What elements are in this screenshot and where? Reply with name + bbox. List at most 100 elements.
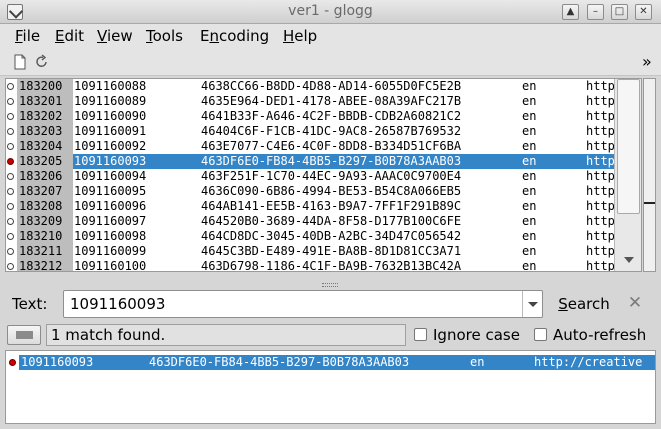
log-guid: 4635E964-DED1-4178-ABEE-08A39AFC217B: [201, 94, 462, 108]
log-lang: en: [522, 79, 537, 93]
line-number: 183211: [17, 244, 73, 259]
log-view[interactable]: 183212 1091160100 463D6798-1186-4C1F-BA9B-…: [5, 78, 642, 272]
minimize-button[interactable]: –: [587, 4, 604, 20]
menu-file[interactable]: File: [15, 27, 40, 45]
menu-help-mnemonic: H: [283, 27, 295, 45]
menu-encoding[interactable]: Encoding: [200, 27, 269, 45]
log-row[interactable]: 183208 1091160096 464AB141-EE5B-4163-B9A7-…: [6, 199, 616, 214]
menu-help-label: elp: [294, 27, 318, 45]
log-id: 1091160090: [74, 109, 147, 123]
vertical-scrollbar[interactable]: [614, 79, 641, 271]
menu-view[interactable]: View: [97, 27, 133, 45]
line-marker-icon[interactable]: [7, 263, 14, 270]
scrollbar-thumb[interactable]: [617, 79, 640, 214]
line-marker-icon[interactable]: [7, 248, 14, 255]
match-marker-icon[interactable]: [9, 359, 16, 366]
line-marker-icon[interactable]: [7, 113, 14, 120]
line-marker-icon[interactable]: [7, 218, 14, 225]
menu-tools-mnemonic: T: [146, 27, 153, 45]
filtered-row[interactable]: 1091160093 463DF6E0-FB84-4BB5-B297-B0B78A…: [6, 355, 655, 370]
clear-search-icon[interactable]: ✕: [627, 293, 643, 313]
log-guid: 464AB141-EE5B-4163-B9A7-7FF1F291B89C: [201, 199, 462, 213]
log-url: http: [586, 199, 615, 213]
filtered-guid: 463DF6E0-FB84-4BB5-B297-B0B78A3AAB03: [149, 355, 410, 369]
match-marker-icon[interactable]: [7, 158, 14, 165]
reload-icon[interactable]: [35, 54, 49, 70]
log-guid: 464CD8DC-3045-40DB-A2BC-34D47C056542: [201, 229, 462, 243]
line-marker-icon[interactable]: [7, 203, 14, 210]
menu-tools[interactable]: Tools: [146, 27, 183, 45]
scroll-down-icon[interactable]: [624, 257, 634, 263]
log-lang: en: [522, 124, 537, 138]
log-lang: en: [522, 259, 537, 272]
menu-encoding-mnemonic: n: [209, 27, 219, 45]
log-lang: en: [522, 109, 537, 123]
line-marker-icon[interactable]: [7, 98, 14, 105]
filtered-lang: en: [470, 355, 485, 369]
log-id: 1091160088: [74, 79, 147, 93]
search-button[interactable]: Search: [552, 290, 616, 318]
line-number: 183201: [17, 94, 73, 109]
highlight-color-button[interactable]: [7, 325, 41, 345]
filtered-view[interactable]: 1091160093 463DF6E0-FB84-4BB5-B297-B0B78A…: [5, 350, 656, 424]
title-bar: ver1 - glogg ▲ – □ ✕: [0, 0, 661, 24]
log-row[interactable]: 183203 1091160091 46404C6F-F1CB-41DC-9AC8-…: [6, 124, 616, 139]
log-guid: 463E7077-C4E6-4C0F-8DD8-B334D51CF6BA: [201, 139, 462, 153]
log-guid: 4636C090-6B86-4994-BE53-B54C8A066EB5: [201, 184, 462, 198]
log-row[interactable]: 183207 1091160095 4636C090-6B86-4994-BE53-…: [6, 184, 616, 199]
ignore-case-label[interactable]: Ignore case: [433, 326, 520, 344]
log-row[interactable]: 183210 1091160098 464CD8DC-3045-40DB-A2BC-…: [6, 229, 616, 244]
log-guid: 463DF6E0-FB84-4BB5-B297-B0B78A3AAB03: [201, 154, 462, 168]
line-marker-icon[interactable]: [7, 188, 14, 195]
maximize-button[interactable]: □: [611, 4, 628, 20]
log-id: 1091160093: [74, 154, 147, 168]
ignore-case-checkbox[interactable]: [414, 328, 427, 341]
log-guid: 464520B0-3689-44DA-8F58-D177B100C6FE: [201, 214, 462, 228]
menu-help[interactable]: Help: [283, 27, 317, 45]
line-marker-icon[interactable]: [7, 233, 14, 240]
log-lang: en: [522, 184, 537, 198]
log-row[interactable]: 183204 1091160092 463E7077-C4E6-4C0F-8DD8-…: [6, 139, 616, 154]
auto-refresh-label[interactable]: Auto-refresh: [553, 326, 646, 344]
line-marker-icon[interactable]: [7, 143, 14, 150]
open-file-icon[interactable]: [13, 54, 27, 70]
log-row[interactable]: 183200 1091160088 4638CC66-B8DD-4D88-AD14-…: [6, 79, 616, 94]
log-row[interactable]: 183212 1091160100 463D6798-1186-4C1F-BA9B-…: [6, 259, 616, 272]
log-lang: en: [522, 94, 537, 108]
log-id: 1091160091: [74, 124, 147, 138]
log-url: http: [586, 109, 615, 123]
log-lang: en: [522, 229, 537, 243]
splitter-handle[interactable]: [322, 283, 338, 287]
menu-bar: File Edit View Tools Encoding Help: [0, 24, 661, 48]
filtered-id: 1091160093: [21, 355, 94, 369]
close-button[interactable]: ✕: [635, 4, 652, 20]
match-status: 1 match found.: [46, 324, 406, 346]
line-number: 183202: [17, 109, 73, 124]
line-marker-icon[interactable]: [7, 173, 14, 180]
menu-edit[interactable]: Edit: [55, 27, 84, 45]
log-lang: en: [522, 199, 537, 213]
line-marker-icon[interactable]: [7, 83, 14, 90]
log-guid: 4638CC66-B8DD-4D88-AD14-6055D0FC5E2B: [201, 79, 462, 93]
search-input[interactable]: 1091160093: [63, 290, 543, 318]
toolbar-overflow-icon[interactable]: »: [642, 52, 652, 71]
shade-window-button[interactable]: ▲: [562, 4, 579, 20]
line-number: 183209: [17, 214, 73, 229]
log-row[interactable]: 183211 1091160099 4645C3BD-E489-491E-BA8B-…: [6, 244, 616, 259]
log-row[interactable]: 183209 1091160097 464520B0-3689-44DA-8F58-…: [6, 214, 616, 229]
log-row[interactable]: 183202 1091160090 4641B33F-A646-4C2F-BBDB-…: [6, 109, 616, 124]
menu-tools-label: ools: [152, 27, 183, 45]
menu-view-mnemonic: V: [97, 27, 107, 45]
log-lang: en: [522, 169, 537, 183]
log-row[interactable]: 183206 1091160094 463F251F-1C70-44EC-9A93-…: [6, 169, 616, 184]
log-row[interactable]: 183201 1091160089 4635E964-DED1-4178-ABEE-…: [6, 94, 616, 109]
log-lang: en: [522, 214, 537, 228]
search-history-dropdown-icon[interactable]: [522, 291, 542, 317]
line-number: 183203: [17, 124, 73, 139]
log-row[interactable]: 183205 1091160093 463DF6E0-FB84-4BB5-B297-…: [6, 154, 616, 169]
auto-refresh-checkbox[interactable]: [534, 328, 547, 341]
filtered-url: http://creative: [534, 355, 643, 369]
log-id: 1091160094: [74, 169, 147, 183]
overview-bar[interactable]: [643, 78, 656, 272]
line-marker-icon[interactable]: [7, 128, 14, 135]
